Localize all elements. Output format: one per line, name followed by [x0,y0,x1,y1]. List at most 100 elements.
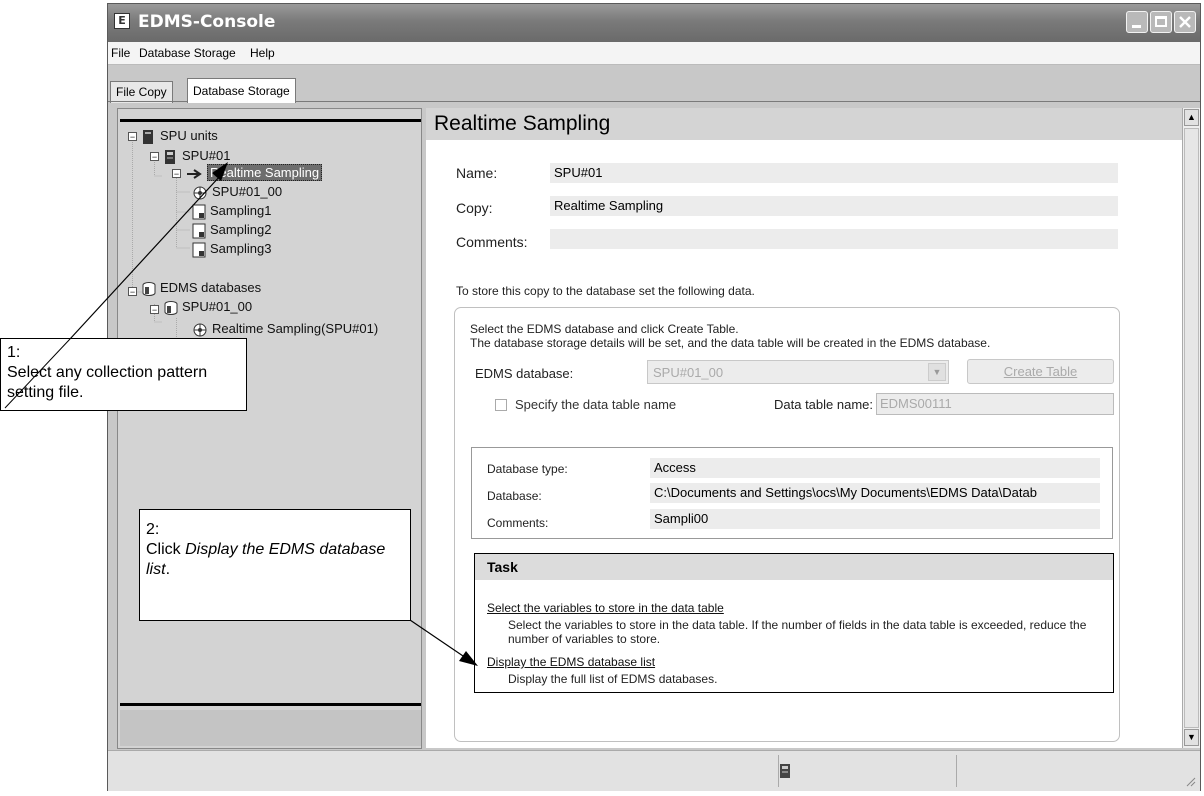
tab-file-copy[interactable]: File Copy [110,81,173,103]
tab-bar: File Copy Database Storage [108,65,1200,103]
callout-1: 1: Select any collection pattern setting… [0,338,247,411]
callout-2-text: Click Display the EDMS database list. [146,540,404,580]
spu-status-icon [780,764,790,778]
select-variables-description: Select the variables to store in the dat… [508,618,1087,646]
title-bar[interactable]: E EDMS-Console [108,4,1200,42]
tree-node-label: EDMS databases [160,280,262,295]
select-variables-link[interactable]: Select the variables to store in the dat… [487,601,724,615]
tree-node-sampling1[interactable]: Sampling1 [192,202,271,220]
db-type-label: Database type: [487,462,568,476]
menu-file[interactable]: File [111,46,130,60]
expand-toggle[interactable]: − [150,152,159,162]
group-instructions: Select the EDMS database and click Creat… [470,322,1090,350]
info-comments-label: Comments: [487,516,549,530]
details-pane: Realtime Sampling Name: SPU#01 Copy: Rea… [426,108,1185,748]
file-icon [192,242,206,258]
tree-node-label: SPU#01 [182,148,231,163]
vertical-scrollbar[interactable]: ▲ ▼ [1182,108,1200,748]
file-icon [192,223,206,239]
close-icon [1179,16,1191,28]
tree-node-label: SPU units [160,128,218,143]
tree-node-edms-databases[interactable]: EDMS databases [142,279,261,297]
page-title: Realtime Sampling [426,108,1185,140]
tree-node-spu01[interactable]: SPU#01 [164,147,230,165]
tree-node-spu-units[interactable]: SPU units [142,127,218,145]
name-field: SPU#01 [550,163,1118,183]
data-table-name-input[interactable]: EDMS00111 [876,393,1114,415]
file-icon [192,204,206,220]
db-type-value: Access [650,458,1100,478]
callout-2: 2: Click Display the EDMS database list. [139,509,411,621]
display-edms-database-list-link[interactable]: Display the EDMS database list [487,655,655,669]
scroll-up-button[interactable]: ▲ [1184,109,1199,126]
database-label: Database: [487,489,542,503]
tree-pane: − SPU units − SPU#01 − Realtime Sampling… [117,108,422,749]
arrow-right-icon [187,168,202,179]
tree-node-label: Realtime Sampling [207,164,323,181]
tree-node-label: SPU#01_00 [212,184,283,199]
callout-2-post: . [165,561,171,578]
tree-node-db-realtime-sampling[interactable]: Realtime Sampling(SPU#01) [192,320,378,338]
database-icon [164,300,178,315]
window-title: EDMS-Console [138,12,276,32]
database-path-value: C:\Documents and Settings\ocs\My Documen… [650,483,1100,503]
database-link-icon [193,323,207,337]
specify-name-label: Specify the data table name [515,397,677,412]
resize-grip-icon[interactable] [1184,775,1196,787]
database-icon [142,281,156,296]
display-edms-database-list-description: Display the full list of EDMS databases. [508,672,718,686]
close-button[interactable] [1174,11,1196,33]
specify-name-checkbox[interactable] [495,399,507,411]
scroll-thumb[interactable] [1184,128,1199,728]
callout-1-number: 1: [7,344,21,361]
spu-unit-icon [165,149,175,164]
name-label: Name: [456,165,498,181]
chevron-down-icon[interactable]: ▼ [928,363,946,381]
comments-field [550,229,1118,249]
menu-help[interactable]: Help [250,46,275,60]
tree-node-sampling3[interactable]: Sampling3 [192,240,271,258]
tree-node-label: Sampling2 [210,222,272,237]
instruction-line: The database storage details will be set… [470,336,991,350]
edms-database-label: EDMS database: [475,366,574,381]
expand-toggle[interactable]: − [128,287,137,297]
tree-node-db-spu01-00[interactable]: SPU#01_00 [164,298,252,316]
task-title: Task [475,554,1113,580]
tree-node-sampling2[interactable]: Sampling2 [192,221,271,239]
status-divider [956,755,957,787]
edms-database-value: SPU#01_00 [653,365,724,380]
store-instruction: To store this copy to the database set t… [456,284,755,298]
status-bar [108,750,1200,791]
edms-database-select[interactable]: SPU#01_00 ▼ [647,360,949,384]
comments-label: Comments: [456,234,528,250]
tab-database-storage[interactable]: Database Storage [187,78,296,103]
scroll-down-button[interactable]: ▼ [1184,729,1199,746]
maximize-button[interactable] [1150,11,1172,33]
tree-node-label: Realtime Sampling(SPU#01) [212,321,379,336]
minimize-button[interactable] [1126,11,1148,33]
expand-toggle[interactable]: − [172,169,181,179]
callout-2-pre: Click [146,541,186,558]
minimize-icon [1132,25,1141,28]
instruction-line: Select the EDMS database and click Creat… [470,322,739,336]
app-window: E EDMS-Console File Database Storage Hel… [107,3,1201,791]
expand-toggle[interactable]: − [150,305,159,315]
app-icon: E [114,13,130,29]
tree-node-spu01-00[interactable]: SPU#01_00 [192,183,282,201]
menu-bar: File Database Storage Help [108,42,1200,65]
data-table-name-label: Data table name: [774,397,874,412]
tree-node-label: Sampling1 [210,203,272,218]
database-info-box: Database type: Access Database: C:\Docum… [471,447,1113,539]
tree-footer [120,710,421,746]
copy-field: Realtime Sampling [550,196,1118,216]
storage-settings-group: Select the EDMS database and click Creat… [454,307,1120,742]
tree-node-realtime-sampling[interactable]: Realtime Sampling [186,164,323,182]
copy-label: Copy: [456,200,493,216]
info-comments-value: Sampli00 [650,509,1100,529]
menu-database-storage[interactable]: Database Storage [139,46,236,60]
expand-toggle[interactable]: − [128,132,137,142]
database-link-icon [193,186,207,200]
tree-node-label: Sampling3 [210,241,272,256]
callout-1-text: Select any collection pattern setting fi… [7,364,208,401]
create-table-button[interactable]: Create Table [967,359,1114,384]
